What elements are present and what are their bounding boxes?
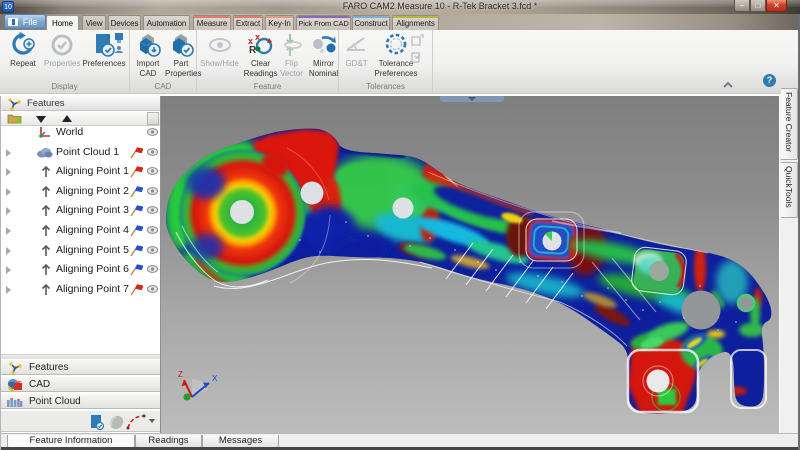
svg-text:X: X: [212, 374, 218, 383]
svg-text:R: R: [249, 45, 257, 56]
svg-text:Z: Z: [178, 370, 183, 379]
